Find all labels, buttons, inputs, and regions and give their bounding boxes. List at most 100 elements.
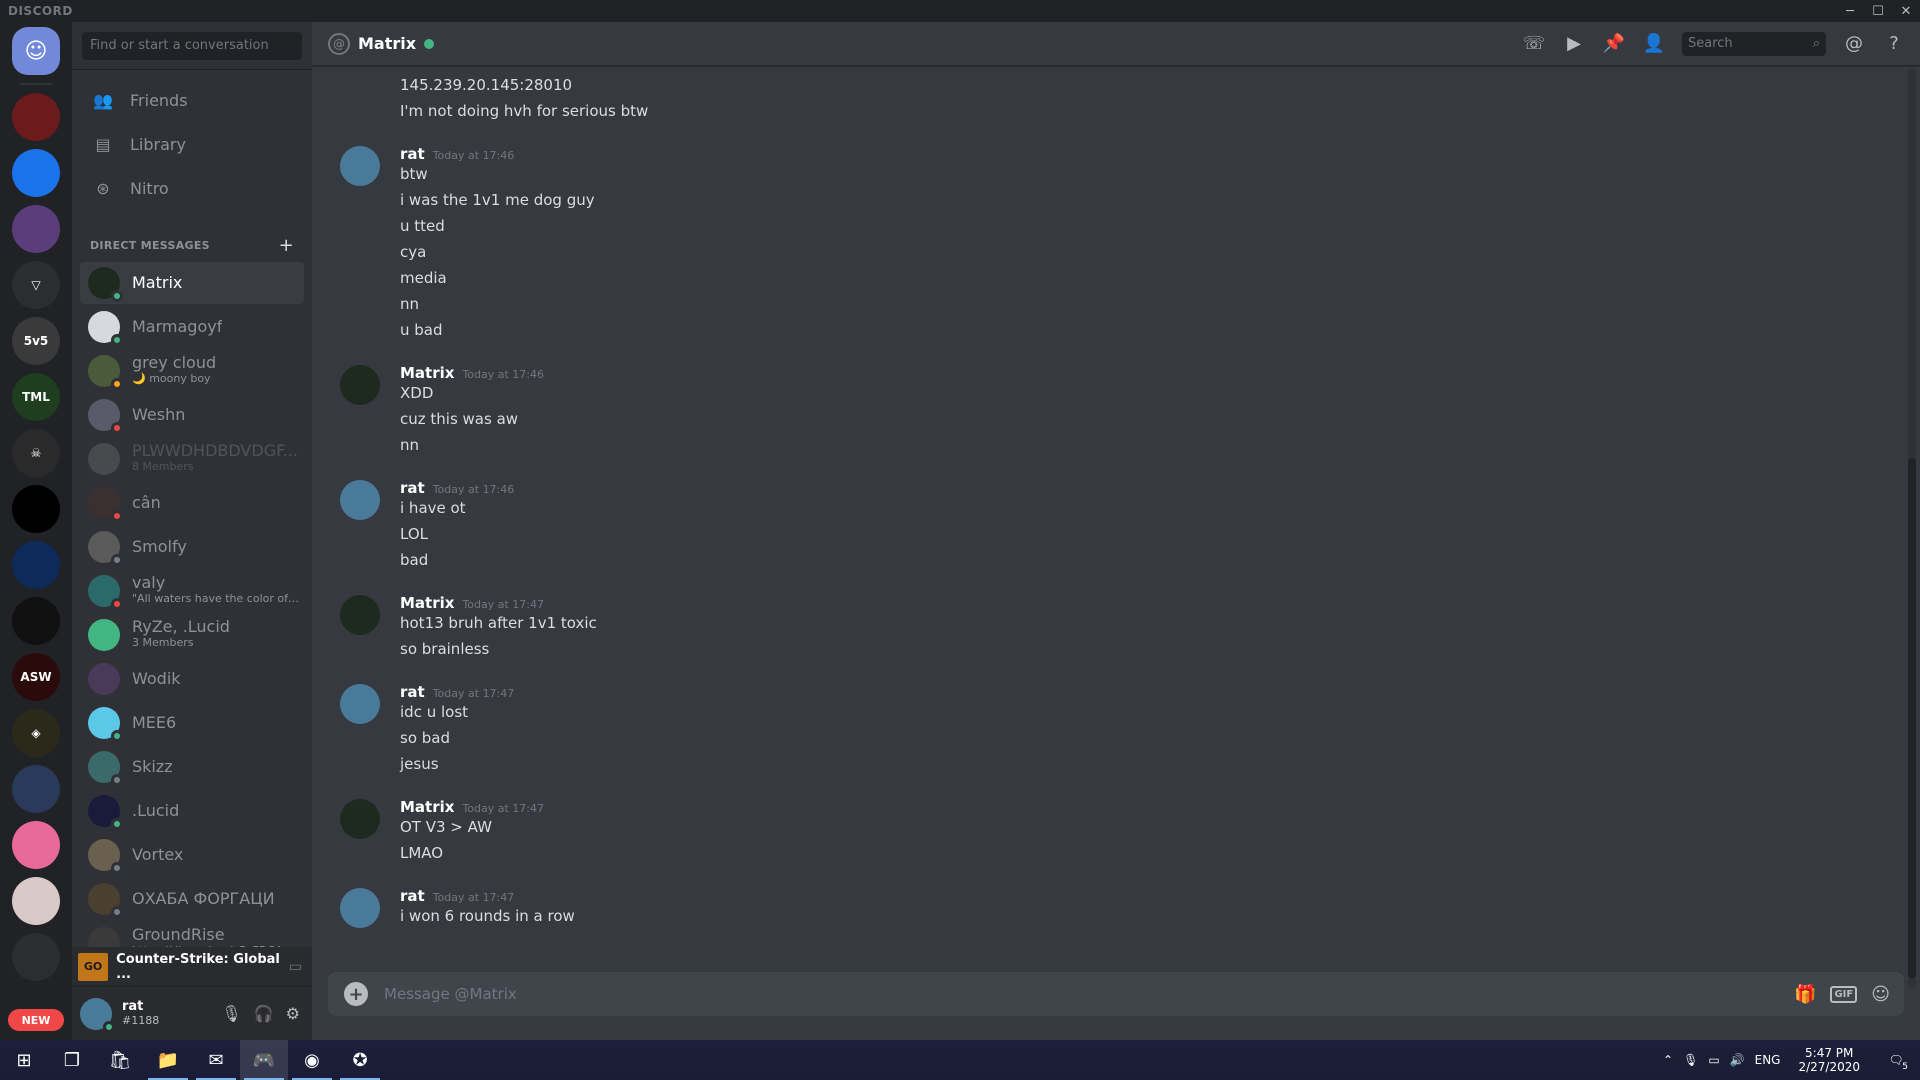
message-author[interactable]: Matrix bbox=[400, 798, 454, 816]
server-icon[interactable] bbox=[12, 205, 60, 253]
headphones-icon[interactable]: 🎧 bbox=[254, 1004, 274, 1023]
server-icon[interactable] bbox=[12, 541, 60, 589]
message-author[interactable]: rat bbox=[400, 887, 425, 905]
search-input[interactable]: Search ⌕ bbox=[1682, 31, 1826, 56]
message-timestamp: Today at 17:47 bbox=[462, 802, 544, 815]
action-center-button[interactable]: 🗨 5 bbox=[1878, 1040, 1914, 1080]
dm-item[interactable]: cân bbox=[80, 482, 304, 524]
dm-item[interactable]: Skizz bbox=[80, 746, 304, 788]
dm-item[interactable]: ОХАБА ФОРГАЦИ bbox=[80, 878, 304, 920]
server-icon[interactable]: 5v5 bbox=[12, 317, 60, 365]
server-icon[interactable]: TML bbox=[12, 373, 60, 421]
user-status-online bbox=[103, 1020, 115, 1033]
gif-icon[interactable]: GIF bbox=[1830, 985, 1858, 1003]
message-avatar[interactable] bbox=[340, 365, 380, 405]
store-app[interactable]: 🛍 bbox=[96, 1040, 144, 1080]
dm-item[interactable]: Matrix bbox=[80, 262, 304, 304]
server-icon[interactable] bbox=[12, 93, 60, 141]
new-badge[interactable]: NEW bbox=[8, 1009, 64, 1031]
chevron-up-icon[interactable]: ⌃ bbox=[1663, 1053, 1673, 1067]
message-author[interactable]: Matrix bbox=[400, 594, 454, 612]
server-icon[interactable]: ▽ bbox=[12, 261, 60, 309]
dm-name: Marmagoyf bbox=[132, 318, 223, 336]
gift-icon[interactable]: 🎁 bbox=[1794, 984, 1816, 1005]
message-header: rat Today at 17:46 bbox=[400, 144, 514, 166]
nav-nitro[interactable]: ⊛ Nitro bbox=[72, 166, 312, 210]
dm-item[interactable]: valy "All waters have the color of ... bbox=[80, 570, 304, 612]
find-conversation-button[interactable]: Find or start a conversation bbox=[82, 31, 302, 60]
video-call-icon[interactable]: ▶ bbox=[1562, 33, 1586, 54]
dm-item[interactable]: RyZe, .Lucid 3 Members bbox=[80, 614, 304, 656]
discord-app[interactable]: 🎮 bbox=[240, 1040, 288, 1080]
add-friend-icon[interactable]: 👤 bbox=[1642, 33, 1666, 54]
task-view-button[interactable]: ❐ bbox=[48, 1040, 96, 1080]
message-input[interactable]: Message @Matrix bbox=[384, 985, 1794, 1003]
csgo-app[interactable]: ✪ bbox=[336, 1040, 384, 1080]
dm-item[interactable]: .Lucid bbox=[80, 790, 304, 832]
user-avatar[interactable] bbox=[80, 997, 115, 1033]
message-avatar[interactable] bbox=[340, 146, 380, 186]
network-icon[interactable]: ▭ bbox=[1708, 1053, 1719, 1067]
microphone-icon[interactable]: 🎙 bbox=[221, 1004, 241, 1023]
dm-name: MEE6 bbox=[132, 714, 177, 732]
user-tag: #1188 bbox=[122, 1014, 160, 1027]
server-icon[interactable] bbox=[12, 149, 60, 197]
help-icon[interactable]: ? bbox=[1882, 33, 1906, 54]
message-author[interactable]: Matrix bbox=[400, 364, 454, 382]
message-avatar[interactable] bbox=[340, 480, 380, 520]
dm-item[interactable]: Marmagoyf bbox=[80, 306, 304, 348]
message-avatar[interactable] bbox=[340, 595, 380, 635]
message-author[interactable]: rat bbox=[400, 479, 425, 497]
status-indicator bbox=[111, 554, 123, 566]
dm-item[interactable]: MEE6 bbox=[80, 702, 304, 744]
server-icon[interactable] bbox=[12, 821, 60, 869]
mentions-icon[interactable]: @ bbox=[1842, 33, 1866, 54]
message-author[interactable]: rat bbox=[400, 145, 425, 163]
server-icon[interactable]: ☠ bbox=[12, 429, 60, 477]
language-indicator[interactable]: ENG bbox=[1755, 1053, 1781, 1067]
message-avatar[interactable] bbox=[340, 888, 380, 928]
server-icon[interactable] bbox=[12, 485, 60, 533]
emoji-icon[interactable]: ☺ bbox=[1871, 984, 1890, 1005]
server-icon[interactable]: ASW bbox=[12, 653, 60, 701]
nav-friends[interactable]: 👥 Friends bbox=[72, 78, 312, 122]
home-button[interactable]: ☺ bbox=[12, 27, 60, 75]
voice-call-icon[interactable]: ☏ bbox=[1522, 33, 1546, 54]
dm-item[interactable]: PLWWDHDBDVDGF... 8 Members bbox=[80, 438, 304, 480]
start-button[interactable]: ⊞ bbox=[0, 1040, 48, 1080]
maximize-button[interactable]: ☐ bbox=[1864, 0, 1892, 22]
message-avatar[interactable] bbox=[340, 799, 380, 839]
dm-item[interactable]: Wodik bbox=[80, 658, 304, 700]
server-icon[interactable] bbox=[12, 877, 60, 925]
chrome-app[interactable]: ◉ bbox=[288, 1040, 336, 1080]
message-avatar[interactable] bbox=[340, 684, 380, 724]
dm-item[interactable]: Weshn bbox=[80, 394, 304, 436]
pin-icon[interactable]: 📌 bbox=[1602, 33, 1626, 54]
nav-library[interactable]: ▤ Library bbox=[72, 122, 312, 166]
dm-item[interactable]: Vortex bbox=[80, 834, 304, 876]
server-icon[interactable] bbox=[12, 933, 60, 981]
settings-gear-icon[interactable]: ⚙ bbox=[286, 1004, 300, 1023]
dm-item[interactable]: grey cloud 🌙 moony boy bbox=[80, 350, 304, 392]
minimize-button[interactable]: ─ bbox=[1836, 0, 1864, 22]
nitro-icon: ⊛ bbox=[96, 178, 110, 198]
volume-icon[interactable]: 🔊 bbox=[1730, 1053, 1745, 1067]
server-icon[interactable] bbox=[12, 765, 60, 813]
clock[interactable]: 5:47 PM 2/27/2020 bbox=[1798, 1046, 1860, 1074]
status-indicator bbox=[111, 290, 123, 302]
microphone-tray-icon[interactable]: 🎙 bbox=[1683, 1053, 1698, 1067]
screen-share-icon[interactable]: ▭ bbox=[289, 959, 302, 975]
nav-library-label: Library bbox=[130, 134, 186, 154]
message-scrollbar[interactable] bbox=[1908, 68, 1916, 988]
close-button[interactable]: ✕ bbox=[1892, 0, 1920, 22]
mail-app[interactable]: ✉ bbox=[192, 1040, 240, 1080]
activity-panel[interactable]: GO Counter-Strike: Global ... ▭ bbox=[72, 947, 312, 987]
server-icon[interactable]: ◈ bbox=[12, 709, 60, 757]
file-explorer-app[interactable]: 📁 bbox=[144, 1040, 192, 1080]
scrollbar-thumb[interactable] bbox=[1908, 458, 1916, 978]
server-icon[interactable] bbox=[12, 597, 60, 645]
dm-item[interactable]: Smolfy bbox=[80, 526, 304, 568]
upload-plus-icon[interactable]: + bbox=[344, 982, 368, 1006]
message-author[interactable]: rat bbox=[400, 683, 425, 701]
create-dm-icon[interactable]: + bbox=[279, 235, 294, 256]
